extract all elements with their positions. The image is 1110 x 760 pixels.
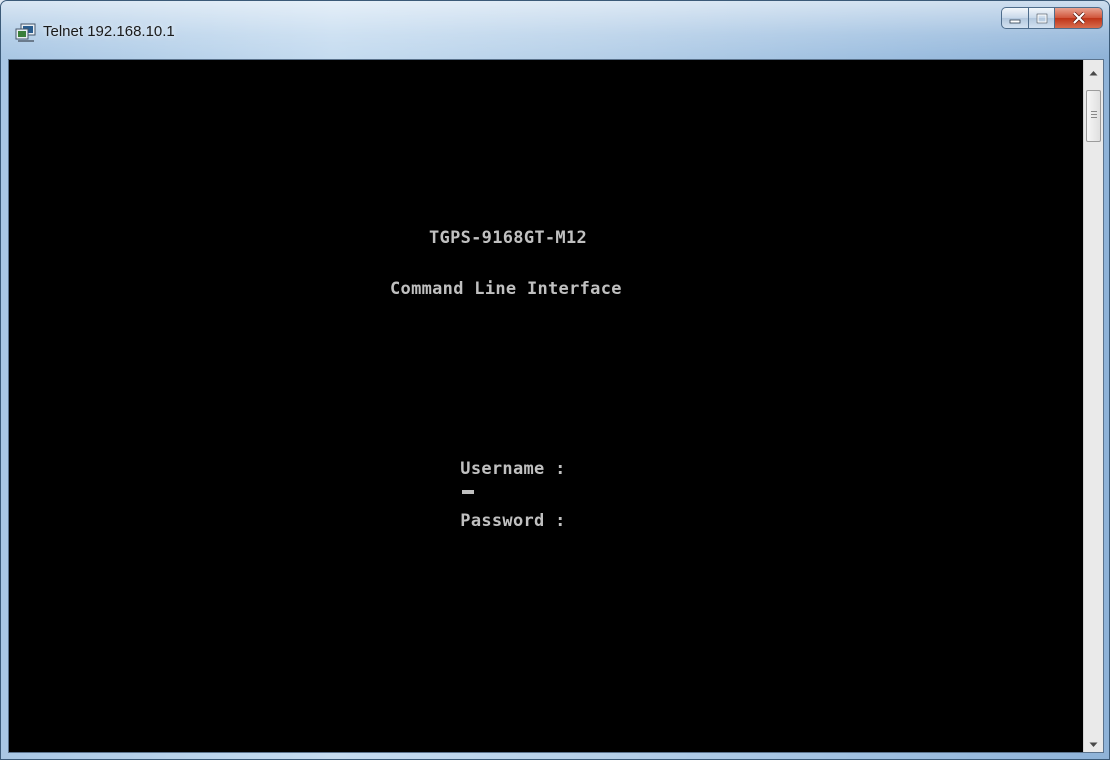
password-line[interactable]: Password : bbox=[376, 491, 566, 551]
terminal-screen[interactable]: TGPS-9168GT-M12 Command Line Interface U… bbox=[9, 60, 1083, 752]
telnet-window: Telnet 192.168.10.1 TGPS-9168GT-M12 Comm… bbox=[0, 0, 1110, 760]
scroll-down-button[interactable] bbox=[1084, 732, 1103, 752]
username-prompt: Username : bbox=[460, 459, 566, 479]
scrollbar-thumb[interactable] bbox=[1086, 90, 1101, 142]
terminal-client-area: TGPS-9168GT-M12 Command Line Interface U… bbox=[8, 59, 1104, 753]
minimize-button[interactable] bbox=[1001, 7, 1028, 29]
close-button[interactable] bbox=[1055, 7, 1103, 29]
maximize-icon bbox=[1036, 9, 1048, 28]
window-controls bbox=[1001, 7, 1103, 31]
telnet-terminal-icon[interactable] bbox=[15, 23, 37, 43]
title-bar[interactable]: Telnet 192.168.10.1 bbox=[1, 1, 1109, 57]
window-title: Telnet 192.168.10.1 bbox=[43, 23, 175, 40]
scroll-up-arrow-icon bbox=[1089, 61, 1098, 80]
password-prompt: Password : bbox=[460, 511, 566, 531]
vertical-scrollbar[interactable] bbox=[1083, 60, 1103, 752]
device-name: TGPS-9168GT-M12 bbox=[429, 228, 588, 248]
cli-subtitle: Command Line Interface bbox=[390, 279, 622, 299]
close-icon bbox=[1072, 9, 1086, 28]
maximize-button[interactable] bbox=[1028, 7, 1055, 29]
grip-icon bbox=[1091, 111, 1097, 120]
scroll-up-button[interactable] bbox=[1084, 60, 1103, 80]
scroll-down-arrow-icon bbox=[1089, 733, 1098, 752]
minimize-icon bbox=[1009, 9, 1021, 28]
